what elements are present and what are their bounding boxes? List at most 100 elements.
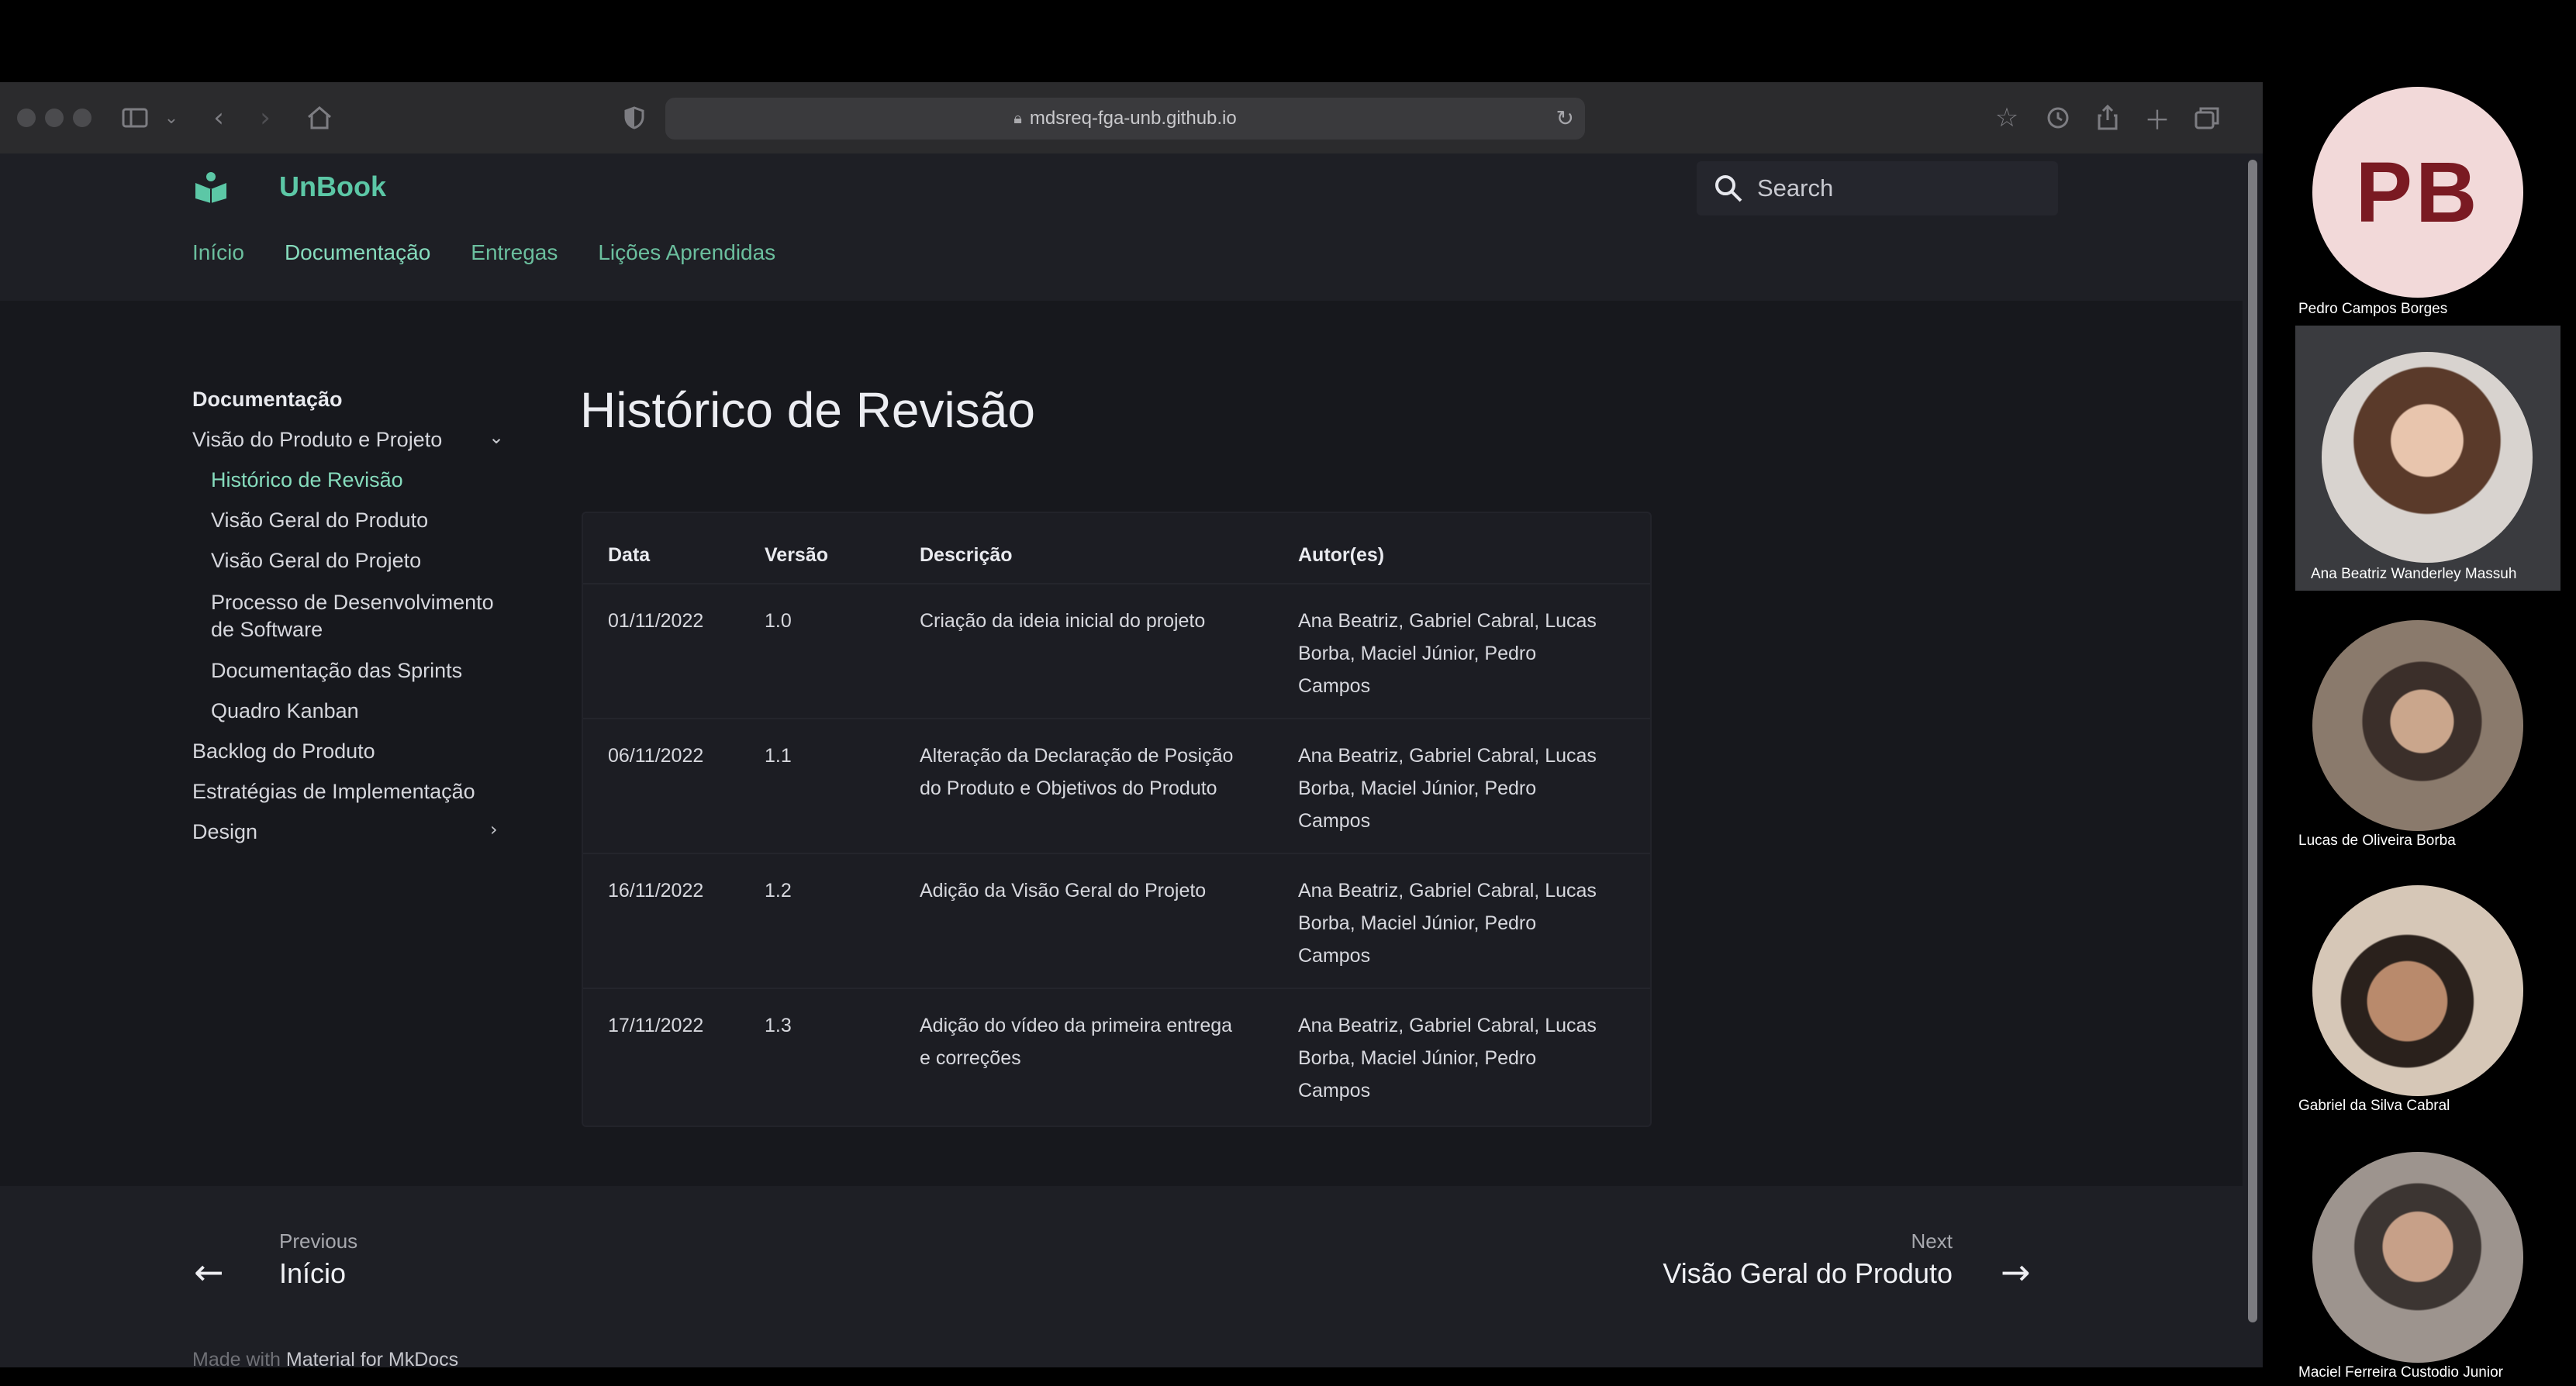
new-tab-plus-icon[interactable]: ＋ xyxy=(2140,98,2174,138)
browser-window: ⌄ ‹ › 🔒︎ mdsreq-fga-unb.github.io ↻ ☆ ＋ xyxy=(0,82,2263,1367)
site-title[interactable]: UnBook xyxy=(279,171,386,203)
cell-text-line: Adição da Visão Geral do Projeto xyxy=(920,880,1207,902)
tab-licoes-aprendidas[interactable]: Lições Aprendidas xyxy=(598,240,775,265)
participant-tile-active-speaker[interactable]: Ana Beatriz Wanderley Massuh xyxy=(2295,326,2560,591)
table-row: 01/11/2022 1.0 Criação da ideia inicial … xyxy=(583,583,1650,719)
share-icon[interactable] xyxy=(2091,98,2125,138)
sidebar-title: Documentação xyxy=(192,388,343,411)
table-row: 17/11/2022 1.3 Adição do vídeo da primei… xyxy=(583,988,1650,1124)
participant-tile[interactable]: PB Pedro Campos Borges xyxy=(2281,87,2545,319)
sidebar-toggle-icon[interactable] xyxy=(119,98,150,138)
privacy-shield-icon[interactable] xyxy=(617,98,651,138)
top-tabs: Início Documentação Entregas Lições Apre… xyxy=(192,240,775,265)
home-icon[interactable] xyxy=(302,98,337,138)
cell-text-line: Ana Beatriz, Gabriel Cabral, Lucas xyxy=(1298,1015,1597,1036)
address-bar[interactable]: 🔒︎ mdsreq-fga-unb.github.io ↻ xyxy=(665,98,1585,140)
participant-name: Gabriel da Silva Cabral xyxy=(2298,1098,2450,1114)
cell-text-line: Adição do vídeo da primeira entrega xyxy=(920,1015,1233,1036)
page-footer: ← Previous Início Next Visão Geral do Pr… xyxy=(0,1186,2243,1367)
chevron-down-icon[interactable]: ⌄ xyxy=(489,426,504,448)
tab-overview-icon[interactable] xyxy=(2190,98,2224,138)
cell-text-line: Ana Beatriz, Gabriel Cabral, Lucas xyxy=(1298,610,1597,632)
cell-text-line: Alteração da Declaração de Posição xyxy=(920,745,1234,767)
scrollbar[interactable] xyxy=(2243,153,2263,1367)
chevron-right-icon[interactable]: › xyxy=(490,819,498,840)
cell-text-line: Borba, Maciel Júnior, Pedro xyxy=(1298,912,1537,934)
search-box[interactable]: Search xyxy=(1697,161,2058,215)
cell-text-line: do Produto e Objetivos do Produto xyxy=(920,777,1217,799)
avatar xyxy=(2312,1152,2523,1363)
bookmark-star-icon[interactable]: ☆ xyxy=(1990,98,2024,138)
chevron-down-icon[interactable]: ⌄ xyxy=(158,98,185,138)
cell-date: 16/11/2022 xyxy=(608,880,704,902)
arrow-right-icon: → xyxy=(2001,1251,2031,1293)
cell-text-line: Borba, Maciel Júnior, Pedro xyxy=(1298,1047,1537,1069)
sidebar-item-historico-revisao[interactable]: Histórico de Revisão xyxy=(211,468,403,492)
avatar xyxy=(2312,620,2523,831)
url-text: mdsreq-fga-unb.github.io xyxy=(1029,108,1237,129)
scrollbar-thumb[interactable] xyxy=(2248,160,2257,1322)
cell-text-line: Criação da ideia inicial do projeto xyxy=(920,610,1206,632)
reload-icon[interactable]: ↻ xyxy=(1556,105,1574,131)
page-content: Documentação Visão do Produto e Projeto … xyxy=(0,301,2243,1186)
sidebar-item-estrategias-implementacao[interactable]: Estratégias de Implementação xyxy=(192,780,475,804)
cell-description: Criação da ideia inicial do projeto xyxy=(920,605,1205,637)
previous-title: Início xyxy=(279,1257,347,1289)
participant-name: Ana Beatriz Wanderley Massuh xyxy=(2311,566,2517,582)
forward-arrow-icon[interactable]: › xyxy=(250,98,281,138)
cell-date: 06/11/2022 xyxy=(608,745,704,767)
cell-date: 01/11/2022 xyxy=(608,610,704,632)
cell-text-line: Ana Beatriz, Gabriel Cabral, Lucas xyxy=(1298,880,1597,902)
mkdocs-material-link[interactable]: Material for MkDocs xyxy=(286,1349,458,1367)
column-header-descricao: Descrição xyxy=(920,544,1013,566)
history-clock-icon[interactable] xyxy=(2041,98,2075,138)
tab-inicio[interactable]: Início xyxy=(192,240,244,265)
cell-version: 1.3 xyxy=(765,1015,792,1036)
search-icon xyxy=(1715,175,1742,202)
cell-date: 17/11/2022 xyxy=(608,1015,704,1036)
participant-tile[interactable]: Maciel Ferreira Custodio Junior xyxy=(2281,1152,2545,1386)
zoom-window-button[interactable] xyxy=(73,109,92,127)
sidebar-item-visao-produto-projeto[interactable]: Visão do Produto e Projeto xyxy=(192,428,442,452)
cell-text-line: Campos xyxy=(1298,1080,1371,1102)
cell-text-line: Campos xyxy=(1298,675,1371,697)
cell-text-line: Borba, Maciel Júnior, Pedro xyxy=(1298,777,1537,799)
cell-text-line: e correções xyxy=(920,1047,1021,1069)
search-input[interactable]: Search xyxy=(1757,174,1833,202)
cell-text-line: Campos xyxy=(1298,945,1371,967)
cell-text-line: Borba, Maciel Júnior, Pedro xyxy=(1298,643,1537,664)
sidebar-item-visao-geral-produto[interactable]: Visão Geral do Produto xyxy=(211,509,428,533)
cell-description: Adição do vídeo da primeira entrega e co… xyxy=(920,1009,1232,1074)
avatar xyxy=(2312,885,2523,1096)
sidebar-item-processo-desenvolvimento[interactable]: Processo de Desenvolvimento de Software xyxy=(211,589,494,643)
cell-authors: Ana Beatriz, Gabriel Cabral, Lucas Borba… xyxy=(1298,605,1597,702)
cell-authors: Ana Beatriz, Gabriel Cabral, Lucas Borba… xyxy=(1298,1009,1597,1107)
participant-tile[interactable]: Gabriel da Silva Cabral xyxy=(2281,885,2545,1118)
cell-authors: Ana Beatriz, Gabriel Cabral, Lucas Borba… xyxy=(1298,874,1597,972)
book-logo-icon[interactable] xyxy=(194,169,228,203)
participant-tile[interactable]: Lucas de Oliveira Borba xyxy=(2281,620,2545,853)
cell-version: 1.1 xyxy=(765,745,792,767)
sidebar-item-visao-geral-projeto[interactable]: Visão Geral do Projeto xyxy=(211,549,421,573)
column-header-versao: Versão xyxy=(765,544,829,566)
next-title: Visão Geral do Produto xyxy=(1663,1257,1953,1289)
close-window-button[interactable] xyxy=(17,109,36,127)
tab-documentacao[interactable]: Documentação xyxy=(285,240,430,265)
sidebar-item-label: Processo de Desenvolvimento xyxy=(211,591,494,614)
page-title: Histórico de Revisão xyxy=(580,382,1035,438)
back-arrow-icon[interactable]: ‹ xyxy=(203,98,234,138)
made-with-text: Made with xyxy=(192,1349,281,1367)
cell-version: 1.2 xyxy=(765,880,792,902)
tab-entregas[interactable]: Entregas xyxy=(471,240,558,265)
sidebar-item-backlog-produto[interactable]: Backlog do Produto xyxy=(192,740,375,764)
cell-text-line: Ana Beatriz, Gabriel Cabral, Lucas xyxy=(1298,745,1597,767)
made-with-credit: Made with Material for MkDocs xyxy=(192,1349,458,1367)
previous-label: Previous xyxy=(279,1229,358,1253)
cell-authors: Ana Beatriz, Gabriel Cabral, Lucas Borba… xyxy=(1298,740,1597,837)
avatar-initials: PB xyxy=(2355,144,2481,240)
table-row: 06/11/2022 1.1 Alteração da Declaração d… xyxy=(583,718,1650,854)
sidebar-item-documentacao-sprints[interactable]: Documentação das Sprints xyxy=(211,659,462,683)
sidebar-item-design[interactable]: Design xyxy=(192,820,257,844)
minimize-window-button[interactable] xyxy=(45,109,64,127)
sidebar-item-quadro-kanban[interactable]: Quadro Kanban xyxy=(211,699,359,723)
